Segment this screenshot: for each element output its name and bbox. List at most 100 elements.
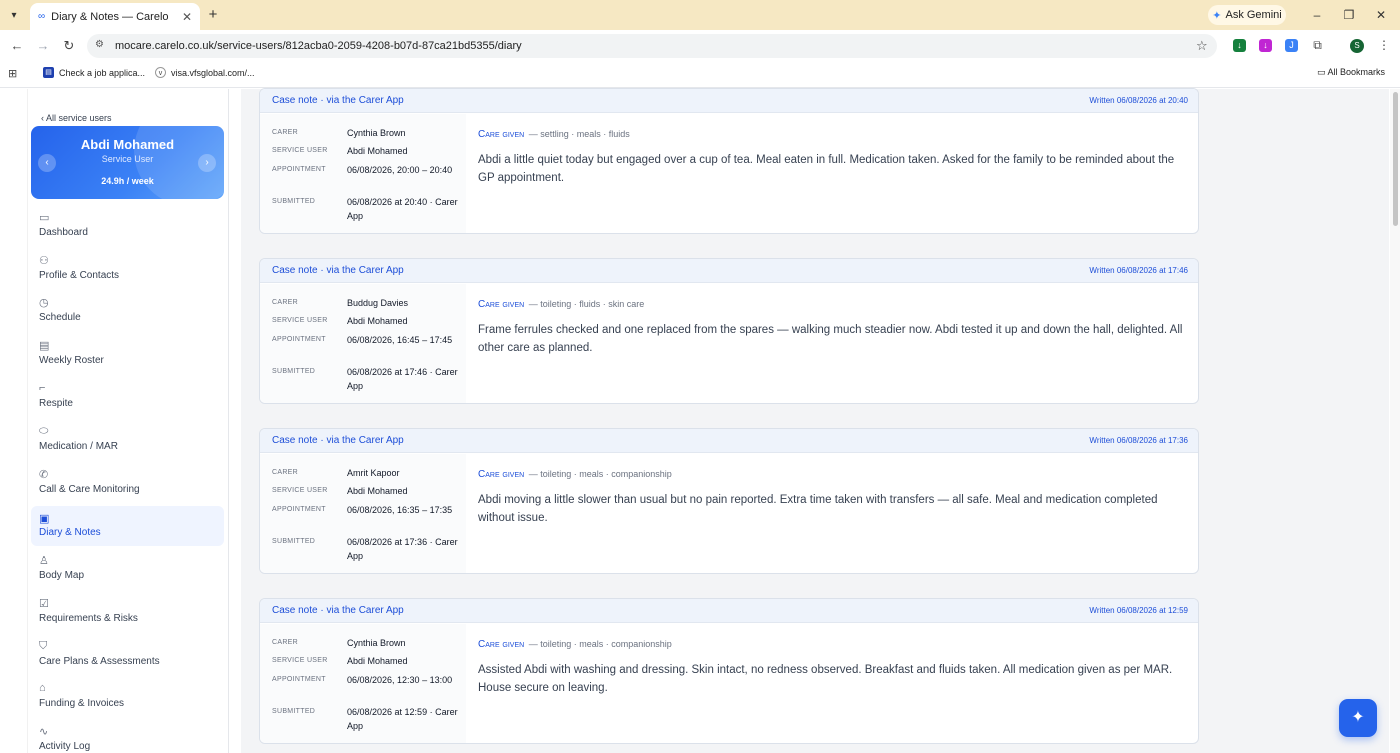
site-info-icon[interactable]: ⚙ [95, 39, 104, 50]
clock-icon: ◷ [39, 297, 49, 309]
user-icon: ⚇ [39, 255, 49, 267]
submitted-label: SUBMITTED [272, 198, 316, 205]
ask-gemini-button[interactable]: ✦ Ask Gemini [1208, 5, 1286, 25]
tab-search-chevron-icon[interactable]: ▾ [5, 6, 23, 24]
folder-icon: ▭ [1317, 67, 1326, 77]
case-note-written-time: Written 06/08/2026 at 17:46 [1089, 266, 1188, 275]
body-icon: ♙ [39, 555, 49, 567]
case-note-header: Case note · via the Carer App Written 06… [260, 89, 1198, 113]
sidebar-item-requirements-risks[interactable]: ☑ Requirements & Risks [31, 595, 224, 635]
sidebar-item-dashboard[interactable]: ▭ Dashboard [31, 209, 224, 249]
appointment-value: 06/08/2026, 12:30 – 13:00 [347, 675, 453, 685]
case-note-header: Case note · via the Carer App Written 06… [260, 429, 1198, 453]
service-user-label: SERVICE USER [272, 317, 328, 324]
sidebar-item-schedule[interactable]: ◷ Schedule [31, 294, 224, 334]
assistant-fab-button[interactable]: ✦ [1339, 699, 1377, 737]
bookmark-star-icon[interactable]: ☆ [1196, 38, 1208, 54]
bookmark-label: visa.vfsglobal.com/... [171, 67, 255, 78]
address-url[interactable]: mocare.carelo.co.uk/service-users/812acb… [115, 40, 522, 52]
bookmark-item-1[interactable]: ▤ Check a job applica... [43, 67, 145, 78]
all-bookmarks-label: All Bookmarks [1327, 67, 1386, 77]
pulse-icon: ∿ [39, 726, 49, 738]
service-user-value: Abdi Mohamed [347, 146, 408, 156]
case-note-card: Case note · via the Carer App Written 06… [259, 88, 1199, 234]
new-tab-button[interactable]: + [205, 6, 221, 24]
carelo-favicon-icon: ∞ [38, 11, 46, 22]
sidebar-item-label: Respite [39, 398, 73, 409]
sidebar-item-label: Funding & Invoices [39, 698, 125, 709]
forward-arrow-icon[interactable]: → [35, 38, 51, 54]
extension-icon[interactable]: ↓ [1259, 39, 1272, 52]
sidebar-item-diary-notes[interactable]: ▣ Diary & Notes [31, 506, 224, 546]
sidebar-item-activity-log[interactable]: ∿ Activity Log [31, 723, 224, 753]
profile-avatar[interactable]: S [1350, 39, 1364, 53]
sidebar-item-label: Care Plans & Assessments [39, 656, 160, 667]
previous-user-chevron-icon[interactable]: ‹ [38, 154, 56, 172]
carer-value: Cynthia Brown [347, 128, 406, 138]
care-given-label: Care given [478, 129, 525, 140]
case-note-text: Assisted Abdi with washing and dressing.… [478, 664, 1173, 694]
calendar-icon: ▭ [39, 212, 50, 224]
case-note-header: Case note · via the Carer App Written 06… [260, 259, 1198, 283]
bookmark-item-2[interactable]: v visa.vfsglobal.com/... [155, 67, 255, 78]
sidebar-item-label: Profile & Contacts [39, 270, 120, 281]
sidebar-item-profile-contacts[interactable]: ⚇ Profile & Contacts [31, 252, 224, 292]
all-bookmarks-button[interactable]: ▭ All Bookmarks [1317, 67, 1385, 78]
case-note-title: Case note · via the Carer App [272, 435, 404, 446]
care-given-tags: Care given — toileting · meals · compani… [478, 469, 672, 480]
tab-title: Diary & Notes — Carelo [51, 10, 169, 23]
browser-tab-active[interactable]: ∞ Diary & Notes — Carelo ✕ [30, 3, 200, 30]
carer-label: CARER [272, 469, 299, 476]
browser-menu-icon[interactable]: ⋮ [1378, 38, 1390, 52]
sidebar-item-respite[interactable]: ⌐ Respite [31, 380, 224, 420]
case-note-written-time: Written 06/08/2026 at 17:36 [1089, 436, 1188, 445]
case-note-card: Case note · via the Carer App Written 06… [259, 598, 1199, 744]
reload-icon[interactable]: ↻ [61, 38, 77, 54]
case-note-card: Case note · via the Carer App Written 06… [259, 258, 1199, 404]
carer-value: Amrit Kapoor [347, 468, 400, 478]
service-user-value: Abdi Mohamed [347, 656, 408, 666]
next-user-chevron-icon[interactable]: › [198, 154, 216, 172]
care-given-values: — settling · meals · fluids [528, 129, 630, 139]
carer-label: CARER [272, 129, 299, 136]
appointment-value: 06/08/2026, 20:00 – 20:40 [347, 165, 453, 175]
service-user-value: Abdi Mohamed [347, 486, 408, 496]
sidebar-item-weekly-roster[interactable]: ▤ Weekly Roster [31, 337, 224, 377]
sidebar-item-label: Activity Log [39, 741, 91, 752]
close-window-icon[interactable]: ✕ [1373, 6, 1389, 24]
notes-icon: ▣ [39, 513, 50, 525]
sidebar-item-funding-invoices[interactable]: ⌂ Funding & Invoices [31, 680, 224, 720]
carer-value: Cynthia Brown [347, 638, 406, 648]
sidebar-item-body-map[interactable]: ♙ Body Map [31, 552, 224, 592]
checkbox-icon: ☑ [39, 598, 49, 610]
sidebar-item-medication-mar[interactable]: ⬭ Medication / MAR [31, 423, 224, 463]
bed-icon: ⌐ [39, 382, 46, 394]
extensions-puzzle-icon[interactable]: ⧉ [1311, 39, 1324, 52]
care-given-values: — toileting · meals · companionship [528, 639, 672, 649]
sidebar-item-care-plans[interactable]: ⛉ Care Plans & Assessments [31, 638, 224, 678]
care-given-values: — toileting · meals · companionship [528, 469, 672, 479]
back-arrow-icon[interactable]: ← [9, 38, 25, 54]
case-note-meta: CARER Amrit Kapoor SERVICE USER Abdi Moh… [260, 454, 466, 573]
tab-close-icon[interactable]: ✕ [182, 10, 192, 24]
sparkle-icon: ✦ [1351, 709, 1365, 726]
restore-window-icon[interactable]: ❐ [1341, 6, 1357, 24]
service-user-label: SERVICE USER [272, 147, 328, 154]
carer-label: CARER [272, 299, 299, 306]
case-note-title: Case note · via the Carer App [272, 605, 404, 616]
sidebar-item-call-care-monitoring[interactable]: ✆ Call & Care Monitoring [31, 466, 224, 506]
service-user-role: Service User [101, 154, 154, 164]
bookmark-favicon-icon: v [155, 67, 166, 78]
all-service-users-link[interactable]: ‹ All service users [41, 113, 112, 123]
sidebar-item-label: Medication / MAR [39, 441, 118, 452]
scrollbar-thumb[interactable] [1393, 92, 1398, 226]
extension-blue-icon[interactable]: J [1285, 39, 1298, 52]
appointment-value: 06/08/2026, 16:35 – 17:35 [347, 505, 453, 515]
download-extension-icon[interactable]: ↓ [1233, 39, 1246, 52]
carer-label: CARER [272, 639, 299, 646]
roster-icon: ▤ [39, 340, 50, 352]
minimize-window-icon[interactable]: – [1309, 6, 1325, 24]
care-given-tags: Care given — toileting · fluids · skin c… [478, 299, 644, 310]
case-note-text: Frame ferrules checked and one replaced … [478, 324, 1183, 354]
apps-grid-icon[interactable]: ⊞ [8, 67, 17, 80]
